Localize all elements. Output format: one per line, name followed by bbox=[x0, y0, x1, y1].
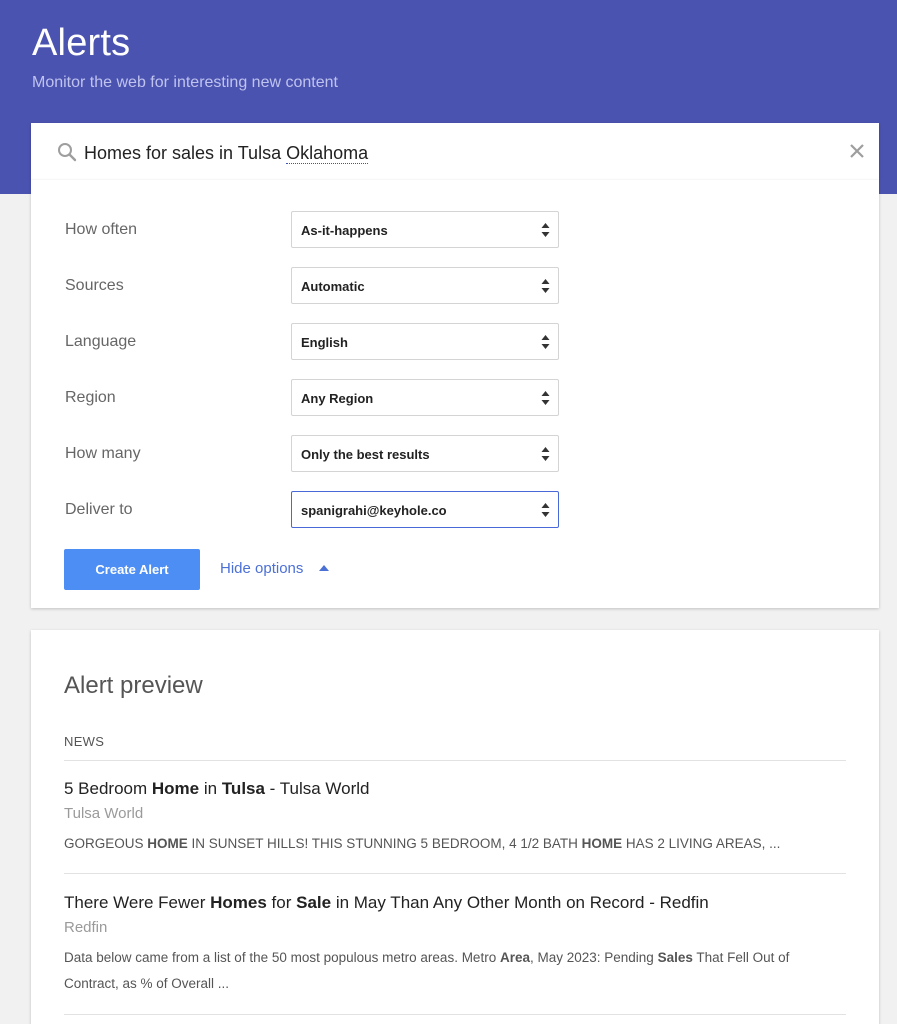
select-arrows-icon bbox=[541, 391, 550, 405]
preview-title: Alert preview bbox=[64, 672, 203, 699]
option-label: Region bbox=[65, 389, 116, 406]
option-region: Region Any Region bbox=[31, 379, 879, 417]
result-item: 5 Bedroom Home in Tulsa - Tulsa World Tu… bbox=[64, 778, 846, 857]
result-source: Tulsa World bbox=[64, 805, 144, 822]
option-label: How many bbox=[65, 445, 141, 462]
option-deliver-to: Deliver to spanigrahi@keyhole.co bbox=[31, 491, 879, 529]
section-label-news: NEWS bbox=[64, 734, 105, 749]
text-run: There Were Fewer bbox=[64, 893, 211, 912]
option-value: Any Region bbox=[301, 391, 374, 406]
search-query-spellcheck: Oklahoma bbox=[286, 143, 369, 164]
text-run: in May Than Any Other Month on Record - … bbox=[331, 893, 709, 912]
text-run: , May 2023: Pending bbox=[529, 950, 658, 965]
option-value: English bbox=[301, 335, 348, 350]
highlighted-term: Sale bbox=[296, 893, 332, 912]
highlighted-term: Homes bbox=[210, 893, 267, 912]
text-run: Data below came from a list of the 50 mo… bbox=[64, 950, 500, 965]
language-select[interactable]: English bbox=[291, 323, 559, 360]
highlighted-term: Home bbox=[151, 779, 200, 798]
hide-options-link[interactable]: Hide options bbox=[220, 560, 303, 577]
select-arrows-icon bbox=[541, 223, 550, 237]
caret-up-icon[interactable] bbox=[319, 565, 329, 571]
divider bbox=[64, 1014, 846, 1015]
highlighted-term: HOME bbox=[147, 836, 188, 851]
highlighted-term: Sales bbox=[657, 950, 693, 965]
option-how-many: How many Only the best results bbox=[31, 435, 879, 473]
option-value: As-it-happens bbox=[301, 223, 388, 238]
divider bbox=[64, 760, 846, 761]
select-arrows-icon bbox=[541, 335, 550, 349]
create-alert-button[interactable]: Create Alert bbox=[64, 549, 200, 590]
alert-preview-panel: Alert preview NEWS 5 Bedroom Home in Tul… bbox=[31, 630, 879, 1024]
highlighted-term: Tulsa bbox=[221, 779, 265, 798]
highlighted-term: HOME bbox=[581, 836, 623, 851]
result-title-link[interactable]: There Were Fewer Homes for Sale in May T… bbox=[64, 892, 846, 914]
option-how-often: How often As-it-happens bbox=[31, 211, 879, 249]
result-item: There Were Fewer Homes for Sale in May T… bbox=[64, 892, 846, 997]
region-select[interactable]: Any Region bbox=[291, 379, 559, 416]
search-query[interactable]: Homes for sales in Tulsa Oklahoma bbox=[84, 143, 369, 164]
divider bbox=[64, 873, 846, 874]
result-source: Redfin bbox=[64, 919, 108, 936]
alert-options-panel: How often As-it-happens Sources Automati… bbox=[31, 180, 879, 608]
option-sources: Sources Automatic bbox=[31, 267, 879, 305]
result-snippet: GORGEOUS HOME IN SUNSET HILLS! THIS STUN… bbox=[64, 831, 846, 857]
text-run: in bbox=[199, 779, 222, 798]
search-icon bbox=[58, 143, 77, 162]
text-run: IN SUNSET HILLS! THIS STUNNING 5 BEDROOM… bbox=[187, 836, 582, 851]
how-often-select[interactable]: As-it-happens bbox=[291, 211, 559, 248]
sources-select[interactable]: Automatic bbox=[291, 267, 559, 304]
select-arrows-icon bbox=[541, 279, 550, 293]
highlighted-term: Area bbox=[499, 950, 530, 965]
close-icon[interactable] bbox=[849, 143, 865, 159]
result-title-link[interactable]: 5 Bedroom Home in Tulsa - Tulsa World bbox=[64, 778, 846, 800]
option-label: Deliver to bbox=[65, 501, 133, 518]
text-run: GORGEOUS bbox=[64, 836, 148, 851]
deliver-to-select[interactable]: spanigrahi@keyhole.co bbox=[291, 491, 559, 528]
page-subtitle: Monitor the web for interesting new cont… bbox=[32, 74, 338, 91]
result-snippet: Data below came from a list of the 50 mo… bbox=[64, 945, 846, 997]
select-arrows-icon bbox=[541, 503, 550, 517]
text-run: 5 Bedroom bbox=[64, 779, 152, 798]
option-value: Automatic bbox=[301, 279, 365, 294]
option-value: Only the best results bbox=[301, 447, 430, 462]
option-label: How often bbox=[65, 221, 138, 238]
text-run: HAS 2 LIVING AREAS, ... bbox=[622, 836, 781, 851]
option-value: spanigrahi@keyhole.co bbox=[301, 503, 447, 518]
text-run: for bbox=[266, 893, 297, 912]
option-label: Sources bbox=[65, 277, 124, 294]
search-input[interactable]: Homes for sales in Tulsa Oklahoma bbox=[31, 123, 879, 180]
option-label: Language bbox=[65, 333, 137, 350]
option-language: Language English bbox=[31, 323, 879, 361]
page-title: Alerts bbox=[32, 22, 131, 64]
how-many-select[interactable]: Only the best results bbox=[291, 435, 559, 472]
search-query-text: Homes for sales in Tulsa bbox=[84, 143, 287, 163]
text-run: - Tulsa World bbox=[264, 779, 370, 798]
select-arrows-icon bbox=[541, 447, 550, 461]
